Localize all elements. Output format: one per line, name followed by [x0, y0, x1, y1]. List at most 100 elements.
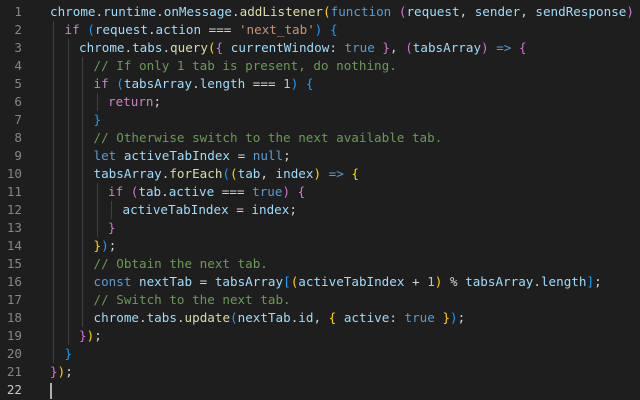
code-line[interactable]: 14});: [0, 237, 640, 255]
code-line[interactable]: 18 chrome.tabs.update(nextTab.id, { activ…: [0, 309, 640, 327]
code-line[interactable]: 19});: [0, 327, 640, 345]
code-text: });: [94, 237, 117, 255]
code-line[interactable]: 16 const nextTab = tabsArray[(activeTabIn…: [0, 273, 640, 291]
code-token: index: [251, 202, 290, 217]
code-line[interactable]: 15 // Obtain the next tab.: [0, 255, 640, 273]
code-line[interactable]: 1 chrome.runtime.onMessage.addListener(fu…: [0, 3, 640, 21]
code-token: sender: [474, 4, 521, 19]
code-token: ): [626, 4, 634, 19]
code-token: activeTabIndex: [122, 202, 229, 217]
code-token: ;: [283, 148, 291, 163]
code-token: ;: [153, 94, 162, 109]
code-token: tabsArray: [123, 76, 193, 91]
indent-guide: [53, 327, 54, 345]
code-line[interactable]: 9 let activeTabIndex = null;: [0, 147, 640, 165]
code-line[interactable]: 8 // Otherwise switch to the next availab…: [0, 129, 640, 147]
code-token: ,: [390, 40, 406, 55]
indent-guide: [67, 219, 69, 237]
code-text: chrome.runtime.onMessage.addListener(fun…: [50, 3, 640, 21]
indent-guide: [96, 201, 98, 219]
code-token: currentWindow: [230, 40, 330, 55]
line-number: 18: [6, 310, 22, 325]
code-token: .: [139, 310, 147, 325]
code-line[interactable]: 20}: [0, 345, 640, 363]
code-token: +: [404, 274, 428, 289]
code-line[interactable]: 21});: [0, 363, 640, 381]
code-line[interactable]: 12 activeTabIndex = index;: [0, 201, 640, 219]
code-token: update: [184, 310, 231, 325]
code-line[interactable]: 13}: [0, 219, 640, 237]
indent-guide: [67, 165, 69, 183]
indent-guide: [53, 129, 54, 147]
indent-guide: [53, 219, 54, 237]
code-line[interactable]: 22: [0, 381, 640, 399]
line-number: 8: [14, 130, 22, 145]
code-token: ): [481, 40, 489, 55]
code-token: .: [156, 4, 164, 19]
code-token: ===: [245, 76, 284, 91]
indent-guide: [67, 147, 69, 165]
code-token: return: [108, 94, 154, 109]
text-cursor: [50, 382, 52, 399]
line-number: 1: [14, 4, 22, 19]
code-token: tab: [138, 184, 162, 199]
code-token: index: [275, 166, 314, 181]
code-token: (: [230, 310, 238, 325]
indent-guide: [53, 75, 54, 93]
code-line[interactable]: 17 // Switch to the next tab.: [0, 291, 640, 309]
code-line[interactable]: 4 // If only 1 tab is present, do nothing…: [0, 57, 640, 75]
code-token: ): [282, 184, 291, 199]
code-text: }: [65, 345, 73, 363]
code-token: function: [330, 4, 392, 19]
code-token: tabsArray: [412, 40, 482, 55]
code-token: ,: [313, 310, 329, 325]
code-line[interactable]: 2 if (request.action === 'next_tab') {: [0, 21, 640, 39]
code-token: }: [382, 40, 391, 55]
code-token: (: [116, 76, 124, 91]
line-number: 2: [14, 22, 22, 37]
code-token: activeTabIndex: [123, 148, 230, 163]
code-token: .: [95, 4, 104, 19]
code-token: .: [147, 22, 156, 37]
code-line[interactable]: 5 if (tabsArray.length === 1) {: [0, 75, 640, 93]
indent-guide: [82, 309, 83, 327]
code-token: ,: [520, 4, 536, 19]
indent-guide: [67, 39, 69, 57]
code-line[interactable]: 3 chrome.tabs.query({ currentWindow: true…: [0, 39, 640, 57]
code-line[interactable]: 11 if (tab.active === true) {: [0, 183, 640, 201]
code-token: {: [351, 166, 359, 181]
code-token: true: [404, 310, 435, 325]
code-line[interactable]: 7}: [0, 111, 640, 129]
code-token: true: [344, 40, 375, 55]
indent-guide: [67, 93, 69, 111]
code-text: let activeTabIndex = null;: [94, 147, 291, 165]
indent-guide: [53, 309, 54, 327]
indent-guide: [82, 291, 83, 309]
indent-guide: [67, 129, 69, 147]
code-token: activeTabIndex: [298, 274, 405, 289]
code-token: // If only 1 tab is present, do nothing.: [93, 58, 397, 73]
indent-guide: [82, 273, 83, 291]
code-line[interactable]: 10 tabsArray.forEach((tab, index) => {: [0, 165, 640, 183]
code-token: (: [207, 40, 216, 55]
indent-guide: [111, 201, 112, 219]
code-token: tabsArray: [465, 274, 534, 289]
code-token: active: [343, 310, 390, 325]
code-token: request: [94, 22, 148, 37]
code-token: ===: [201, 22, 239, 37]
code-editor[interactable]: 1 chrome.runtime.onMessage.addListener(fu…: [0, 0, 640, 400]
code-token: (: [230, 166, 238, 181]
code-line[interactable]: 6 return;: [0, 93, 640, 111]
code-token: }: [50, 364, 58, 379]
indent-guide: [82, 219, 83, 237]
line-number: 16: [6, 274, 22, 289]
code-token: if: [64, 22, 80, 37]
indent-guide: [82, 183, 83, 201]
code-token: {: [329, 22, 338, 37]
code-token: =>: [328, 166, 344, 181]
code-token: // Otherwise switch to the next availabl…: [93, 130, 443, 145]
code-token: chrome: [50, 4, 96, 19]
code-token: (: [323, 4, 331, 19]
